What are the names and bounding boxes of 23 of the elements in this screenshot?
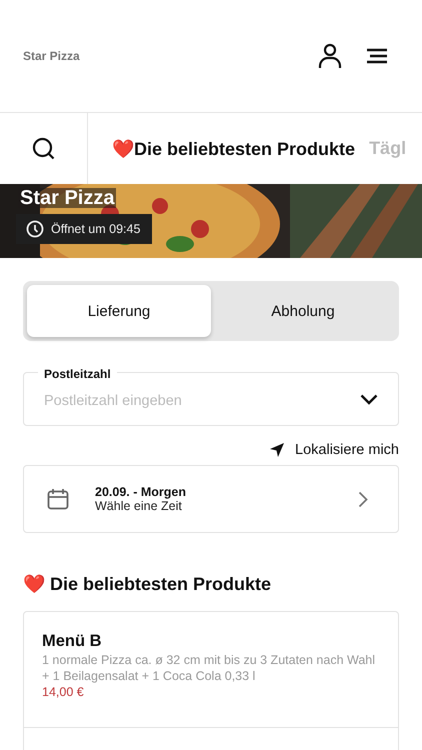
- mode-tab[interactable]: Lieferung: [27, 285, 211, 337]
- field-label: Postleitzahl: [38, 367, 117, 381]
- product-description: 1 normale Pizza ca. ø 32 cm mit bis zu 3 Zutaten nach Wahl + 1 Beilagensalat + 1 Coca Cola 0,33 l: [42, 653, 376, 684]
- mode-tab[interactable]: Abholung: [211, 285, 395, 337]
- locate-link[interactable]: Lokalisiere mich: [269, 442, 399, 458]
- menu-icon[interactable]: [366, 48, 388, 64]
- chevron-right-icon: [358, 490, 368, 508]
- chevron-down-icon[interactable]: [360, 394, 378, 404]
- location-arrow-icon: [269, 442, 286, 458]
- restaurant-title: Star Pizza: [18, 188, 116, 208]
- search-icon[interactable]: [32, 136, 56, 160]
- clock-icon: [26, 220, 44, 238]
- date-title: 20.09. - Morgen: [95, 485, 187, 499]
- calendar-icon: [47, 488, 69, 510]
- opening-time: Öffnet um 09:45: [51, 222, 140, 236]
- product-price: 14,00 €: [42, 685, 85, 700]
- section-heading: ❤ Die beliebtesten Produkte: [23, 573, 272, 595]
- product-name: Menü B: [42, 632, 103, 651]
- date-selector[interactable]: 20.09. - Morgen Wähle eine Zeit: [23, 465, 399, 533]
- brand-name: Star Pizza: [23, 49, 80, 63]
- account-icon[interactable]: [318, 43, 342, 69]
- category-tab[interactable]: ❤Die beliebtesten Produkte: [112, 138, 356, 160]
- date-subtitle: Wähle eine Zeit: [95, 499, 183, 513]
